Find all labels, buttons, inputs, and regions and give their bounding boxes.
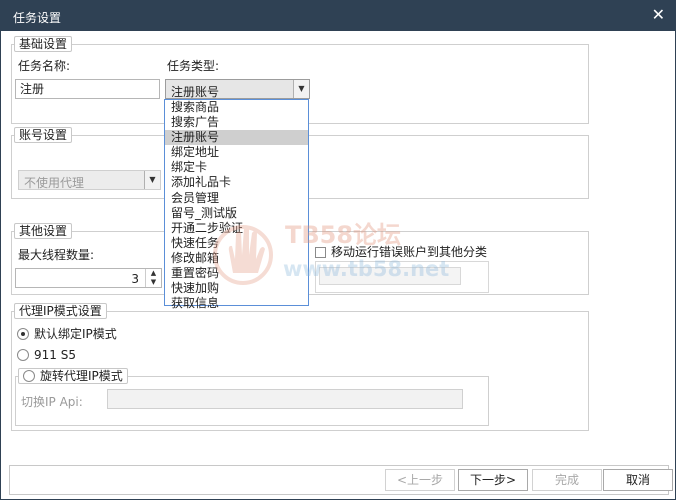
max-threads-label: 最大线程数量: [18, 248, 95, 262]
default-bind-radio[interactable] [17, 328, 29, 340]
stepper-arrows[interactable]: ▲ ▼ [145, 269, 161, 287]
dropdown-option[interactable]: 重置密码 [165, 266, 308, 281]
proxy-select[interactable]: 不使用代理 ▼ [18, 170, 161, 190]
task-type-label: 任务类型: [167, 59, 220, 73]
dropdown-option[interactable]: 绑定地址 [165, 145, 308, 160]
stepper-down-icon[interactable]: ▼ [146, 278, 161, 287]
default-bind-ip-option[interactable]: 默认绑定IP模式 [17, 325, 117, 342]
dropdown-option[interactable]: 获取信息 [165, 296, 308, 311]
task-type-dropdown-list[interactable]: 搜索商品 搜索广告 注册账号 绑定地址 绑定卡 添加礼品卡 会员管理 留号_测试版 开通二步验证… [164, 99, 309, 310]
title-bar: 任务设置 ✕ [1, 1, 675, 31]
dropdown-option[interactable]: 注册账号 [165, 130, 308, 146]
dropdown-option[interactable]: 会员管理 [165, 191, 308, 206]
other-settings-legend: 其他设置 [14, 223, 73, 239]
s5-label: 911 S5 [34, 348, 76, 362]
dropdown-option[interactable]: 绑定卡 [165, 160, 308, 175]
rotate-proxy-legend[interactable]: 旋转代理IP模式 [18, 368, 128, 384]
dropdown-option[interactable]: 快速任务 [165, 236, 308, 251]
task-settings-dialog: 任务设置 ✕ 基础设置 任务名称: 注册 任务类型: 注册账号 ▼ 账号设置 不… [0, 0, 676, 500]
task-type-select[interactable]: 注册账号 ▼ [165, 79, 310, 99]
finish-button[interactable]: 完成 [532, 469, 602, 491]
next-step-button[interactable]: 下一步> [458, 469, 528, 491]
basic-settings-legend: 基础设置 [14, 36, 73, 52]
category-select[interactable] [319, 267, 461, 285]
chevron-down-icon[interactable]: ▼ [144, 171, 160, 189]
move-error-label: 移动运行错误账户到其他分类 [331, 245, 488, 259]
max-threads-value: 3 [131, 272, 139, 286]
dropdown-option[interactable]: 开通二步验证 [165, 221, 308, 236]
switch-api-label: 切换IP Api: [21, 395, 83, 409]
task-type-value: 注册账号 [171, 85, 220, 99]
max-threads-stepper[interactable]: 3 ▲ ▼ [15, 268, 162, 288]
dropdown-option[interactable]: 搜索广告 [165, 115, 308, 130]
account-settings-legend: 账号设置 [14, 127, 73, 143]
dropdown-option[interactable]: 修改邮箱 [165, 251, 308, 266]
move-error-checkbox[interactable] [315, 247, 326, 258]
task-name-label: 任务名称: [18, 59, 71, 73]
cancel-button[interactable]: 取消 [603, 469, 673, 491]
proxy-select-value: 不使用代理 [24, 176, 85, 190]
window-title: 任务设置 [13, 11, 62, 25]
close-icon[interactable]: ✕ [652, 7, 665, 23]
dropdown-option[interactable]: 留号_测试版 [165, 206, 308, 221]
chevron-down-icon[interactable]: ▼ [293, 80, 309, 98]
proxy-mode-legend: 代理IP模式设置 [14, 303, 107, 319]
button-bar: <上一步 下一步> 完成 取消 [9, 465, 673, 495]
prev-step-button[interactable]: <上一步 [385, 469, 455, 491]
dropdown-option[interactable]: 快速加购 [165, 281, 308, 296]
s5-option[interactable]: 911 S5 [17, 348, 76, 362]
dropdown-option[interactable]: 搜索商品 [165, 100, 308, 115]
s5-radio[interactable] [17, 349, 29, 361]
stepper-up-icon[interactable]: ▲ [146, 269, 161, 278]
task-name-input[interactable]: 注册 [15, 79, 160, 99]
move-error-accounts-option[interactable]: 移动运行错误账户到其他分类 [315, 243, 487, 260]
rotate-proxy-label: 旋转代理IP模式 [40, 369, 123, 383]
switch-api-input[interactable] [107, 389, 463, 409]
rotate-proxy-radio[interactable] [23, 370, 35, 382]
category-panel [315, 261, 489, 293]
dropdown-option[interactable]: 添加礼品卡 [165, 175, 308, 190]
default-bind-label: 默认绑定IP模式 [34, 327, 117, 341]
